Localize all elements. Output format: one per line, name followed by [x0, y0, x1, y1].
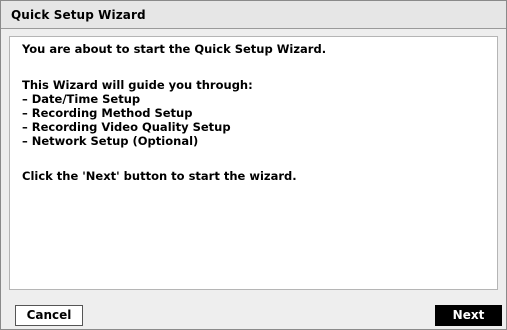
guide-heading: This Wizard will guide you through: — [22, 78, 253, 92]
intro-text: You are about to start the Quick Setup W… — [22, 42, 327, 56]
title-bar: Quick Setup Wizard — [1, 1, 506, 29]
dialog-footer: Cancel Next — [1, 297, 506, 329]
wizard-content-panel: You are about to start the Quick Setup W… — [9, 36, 498, 290]
step-network: – Network Setup (Optional) — [22, 134, 199, 148]
next-button[interactable]: Next — [435, 305, 502, 326]
step-video-quality: – Recording Video Quality Setup — [22, 120, 231, 134]
cancel-button[interactable]: Cancel — [15, 305, 83, 326]
step-date-time: – Date/Time Setup — [22, 92, 141, 106]
instruction-text: Click the 'Next' button to start the wiz… — [22, 169, 297, 183]
quick-setup-wizard-dialog: Quick Setup Wizard You are about to star… — [0, 0, 507, 330]
step-recording-method: – Recording Method Setup — [22, 106, 193, 120]
dialog-title: Quick Setup Wizard — [11, 8, 146, 22]
